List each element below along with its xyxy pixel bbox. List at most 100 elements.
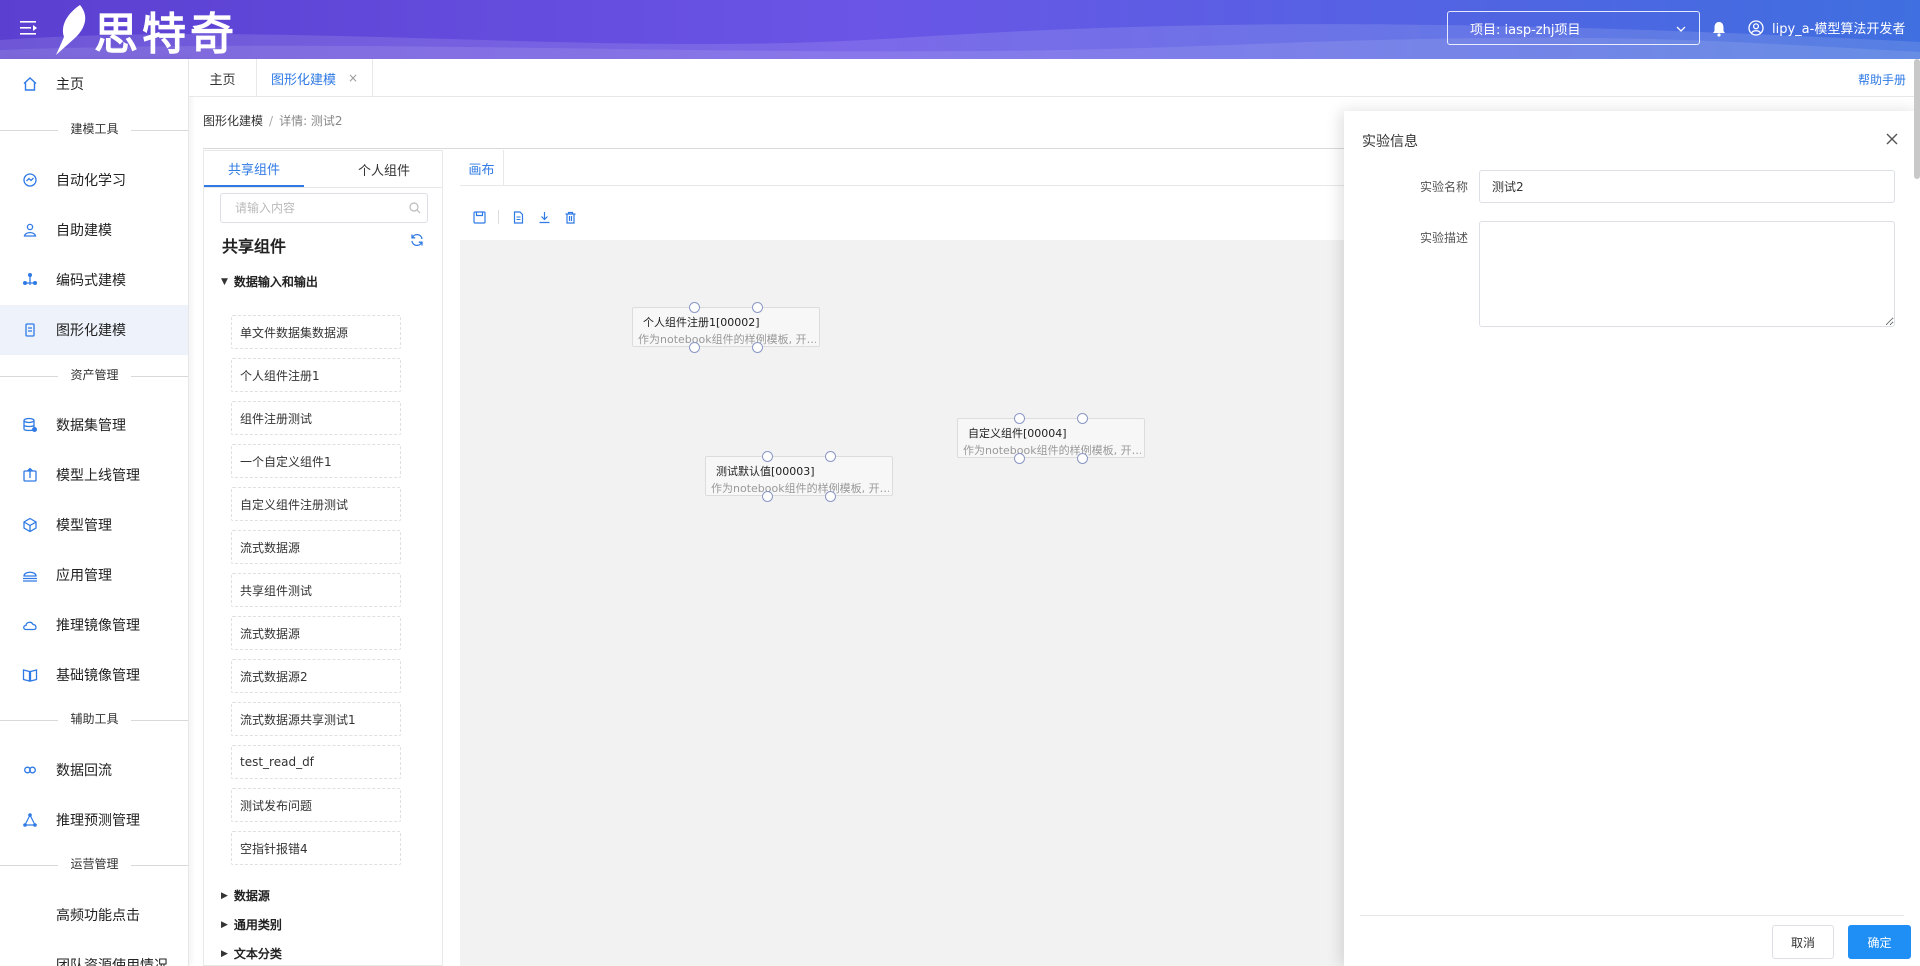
canvas-node[interactable]: 测试默认值[00003] 作为notebook组件的样例模板, 开…: [705, 451, 893, 502]
tab-shared-components[interactable]: 共享组件: [204, 151, 304, 187]
output-port[interactable]: [752, 342, 763, 353]
canvas-toolbar: [470, 208, 587, 226]
group-text-classification[interactable]: ▶ 文本分类: [221, 945, 282, 962]
component-item[interactable]: 流式数据源: [231, 616, 401, 650]
sidebar-item-code-modeling[interactable]: 编码式建模: [0, 255, 188, 305]
drawer-title: 实验信息: [1362, 134, 1418, 150]
menu-toggle-icon[interactable]: [20, 20, 38, 36]
input-port[interactable]: [752, 302, 763, 313]
confirm-button[interactable]: 确定: [1848, 925, 1911, 959]
component-item[interactable]: 单文件数据集数据源: [231, 315, 401, 349]
tab-home[interactable]: 主页: [189, 59, 257, 97]
bell-icon[interactable]: [1712, 21, 1726, 41]
user-menu[interactable]: lipy_a-模型算法开发者: [1748, 18, 1905, 37]
help-manual-link[interactable]: 帮助手册: [1858, 71, 1906, 88]
user-group-icon: [22, 222, 38, 238]
tab-canvas[interactable]: 画布: [460, 150, 504, 186]
output-port[interactable]: [762, 491, 773, 502]
canvas-node[interactable]: 自定义组件[00004] 作为notebook组件的样例模板, 开…: [957, 413, 1145, 464]
component-item[interactable]: 流式数据源共享测试1: [231, 702, 401, 736]
output-port[interactable]: [1077, 453, 1088, 464]
book-icon: [22, 667, 38, 683]
output-port[interactable]: [1014, 453, 1025, 464]
sidebar-item-app-management[interactable]: 应用管理: [0, 550, 188, 600]
file-icon[interactable]: [509, 208, 527, 226]
sidebar-item-graphical-modeling[interactable]: 图形化建模: [0, 305, 188, 355]
close-tab-icon[interactable]: ×: [348, 71, 358, 85]
trash-icon[interactable]: [561, 208, 579, 226]
component-item[interactable]: 流式数据源: [231, 530, 401, 564]
group-data-io[interactable]: ▼ 数据输入和输出: [221, 273, 318, 290]
component-item[interactable]: 空指针报错4: [231, 831, 401, 865]
sidebar-item-automl[interactable]: 自动化学习: [0, 155, 188, 205]
experiment-name-field[interactable]: [1479, 170, 1895, 203]
project-select[interactable]: 项目: iasp-zhj项目: [1447, 11, 1700, 45]
sidebar-item-dataset-management[interactable]: 数据集管理: [0, 400, 188, 450]
input-port[interactable]: [762, 451, 773, 462]
sidebar-item-label: 模型上线管理: [56, 468, 140, 484]
group-data-source[interactable]: ▶ 数据源: [221, 887, 270, 904]
sidebar-section-asset-management: 资产管理: [0, 366, 188, 386]
component-item[interactable]: 个人组件注册1: [231, 358, 401, 392]
sidebar-item-inference-image-management[interactable]: 推理镜像管理: [0, 600, 188, 650]
download-icon[interactable]: [535, 208, 553, 226]
output-port[interactable]: [689, 342, 700, 353]
logo-mark-icon: [56, 4, 86, 55]
sidebar-item-label: 模型管理: [56, 518, 112, 534]
upload-box-icon: [22, 467, 38, 483]
experiment-info-drawer: 实验信息 实验名称 实验描述 取消 确定: [1344, 111, 1920, 966]
node-title: 自定义组件[00004]: [968, 427, 1067, 440]
input-port[interactable]: [689, 302, 700, 313]
sidebar-item-data-backflow[interactable]: 数据回流: [0, 745, 188, 795]
sidebar-item-model-deploy-management[interactable]: 模型上线管理: [0, 450, 188, 500]
component-item[interactable]: 流式数据源2: [231, 659, 401, 693]
component-item[interactable]: test_read_df: [231, 745, 401, 779]
cancel-button[interactable]: 取消: [1772, 925, 1834, 959]
sidebar-item-label: 数据集管理: [56, 418, 126, 434]
sidebar-item-label: 主页: [56, 77, 84, 93]
input-port[interactable]: [1014, 413, 1025, 424]
sidebar-item-model-management[interactable]: 模型管理: [0, 500, 188, 550]
breadcrumb-separator: /: [269, 114, 274, 128]
sidebar-section-operations: 运营管理: [0, 855, 188, 875]
tab-personal-components[interactable]: 个人组件: [324, 151, 444, 187]
refresh-icon[interactable]: [410, 233, 424, 247]
page-tabs-bar: 主页 图形化建模 × 帮助手册: [189, 59, 1920, 97]
breadcrumb-root[interactable]: 图形化建模: [203, 114, 263, 128]
input-port[interactable]: [1077, 413, 1088, 424]
component-search-field[interactable]: [220, 193, 428, 223]
input-port[interactable]: [825, 451, 836, 462]
component-item[interactable]: 一个自定义组件1: [231, 444, 401, 478]
page-scrollbar[interactable]: [1914, 59, 1920, 179]
node-description: 作为notebook组件的样例模板, 开…: [711, 482, 889, 495]
blank-icon: [22, 907, 38, 923]
sidebar-item-team-resource-usage[interactable]: 团队资源使用情况: [0, 940, 188, 966]
sidebar: 主页 建模工具 自动化学习 自助建模 编码式建模 图形化建模 资产管理 数据集管…: [0, 59, 189, 966]
component-item[interactable]: 自定义组件注册测试: [231, 487, 401, 521]
sidebar-item-inference-prediction-management[interactable]: 推理预测管理: [0, 795, 188, 845]
sidebar-item-label: 团队资源使用情况: [56, 958, 168, 966]
user-name: lipy_a-模型算法开发者: [1772, 22, 1906, 37]
sidebar-item-self-modeling[interactable]: 自助建模: [0, 205, 188, 255]
caret-down-icon: ▼: [221, 276, 228, 287]
top-header: 思特奇 项目: iasp-zhj项目 lipy_a-模型算法开发者: [0, 0, 1920, 60]
cube-icon: [22, 517, 38, 533]
tab-graphical-modeling[interactable]: 图形化建模 ×: [257, 59, 373, 97]
close-icon[interactable]: [1884, 131, 1900, 147]
experiment-description-field[interactable]: [1479, 221, 1895, 327]
output-port[interactable]: [825, 491, 836, 502]
sidebar-item-label: 高频功能点击: [56, 908, 140, 924]
sidebar-item-home[interactable]: 主页: [0, 59, 188, 109]
chevron-down-icon: [1676, 26, 1686, 32]
canvas-node[interactable]: 个人组件注册1[00002] 作为notebook组件的样例模板, 开…: [632, 302, 820, 353]
component-item[interactable]: 测试发布问题: [231, 788, 401, 822]
search-input[interactable]: [221, 194, 401, 222]
save-icon[interactable]: [470, 208, 488, 226]
sidebar-item-base-image-management[interactable]: 基础镜像管理: [0, 650, 188, 700]
sidebar-section-auxiliary-tools: 辅助工具: [0, 710, 188, 730]
caret-right-icon: ▶: [221, 890, 228, 901]
component-item[interactable]: 组件注册测试: [231, 401, 401, 435]
sidebar-item-frequent-clicks[interactable]: 高频功能点击: [0, 890, 188, 940]
group-general-category[interactable]: ▶ 通用类别: [221, 916, 282, 933]
component-item[interactable]: 共享组件测试: [231, 573, 401, 607]
